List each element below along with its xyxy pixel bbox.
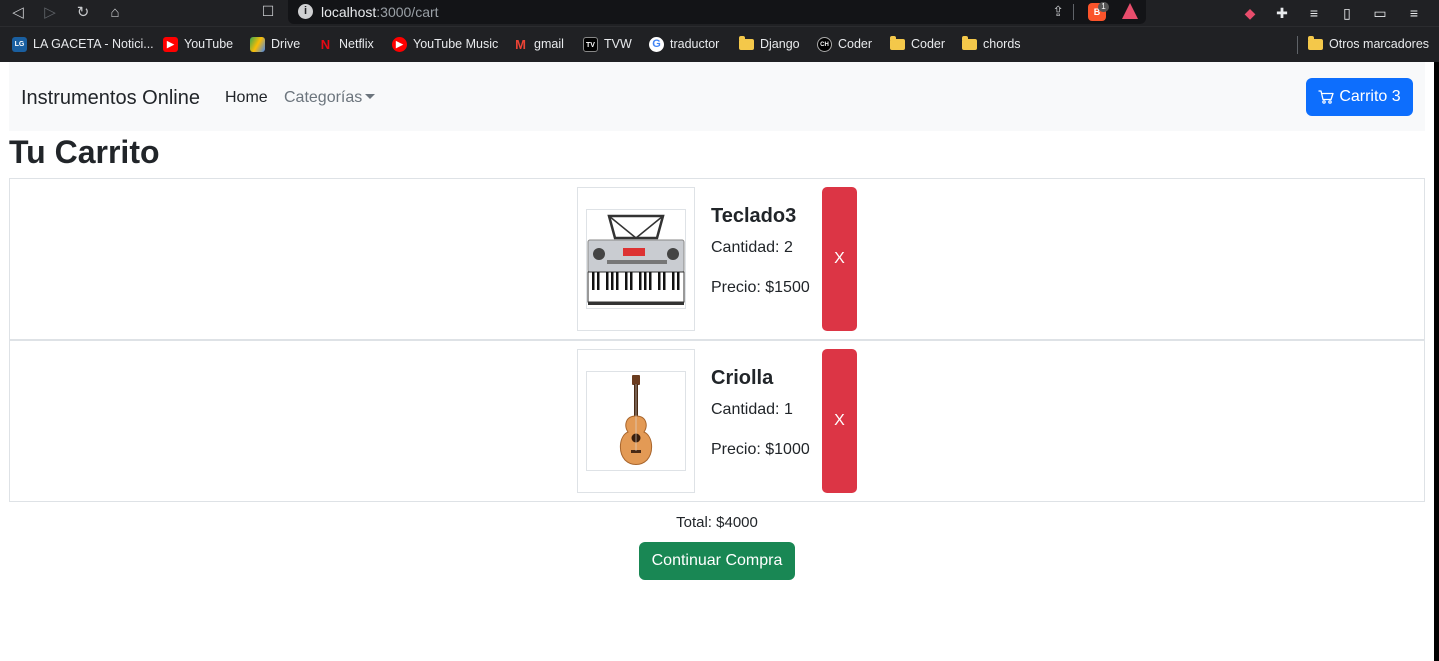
brave-rewards-icon[interactable]	[1122, 3, 1138, 19]
extensions-icon[interactable]: ✚	[1272, 3, 1292, 23]
youtube-music-icon: ▶	[392, 36, 407, 52]
bookmark-netflix[interactable]: N Netflix	[318, 36, 374, 52]
bookmark-drive[interactable]: Drive	[250, 36, 300, 52]
bookmark-la-gaceta[interactable]: LG LA GACETA - Notici...	[12, 36, 154, 52]
forward-icon[interactable]: ▷	[40, 3, 60, 23]
brave-shields-count: 1	[1098, 2, 1109, 12]
bookmark-django[interactable]: Django	[739, 35, 800, 52]
remove-item-button[interactable]: X	[822, 349, 857, 493]
folder-icon	[890, 35, 905, 50]
menu-icon[interactable]: ≡	[1404, 3, 1424, 23]
address-bar[interactable]: ☐ i localhost:3000/cart ⇪ B 1	[262, 0, 1146, 24]
product-quantity: Cantidad: 2	[711, 239, 793, 256]
media-controls-icon[interactable]: ≡	[1304, 3, 1324, 23]
back-icon[interactable]: ◁	[8, 3, 28, 23]
cart-item: Criolla Cantidad: 1 Precio: $1000 X	[9, 340, 1425, 502]
tvw-icon: TV	[583, 36, 598, 52]
product-thumbnail	[577, 349, 695, 493]
page-title: Tu Carrito	[9, 134, 160, 170]
url-text[interactable]: localhost:3000/cart	[321, 4, 439, 20]
la-gaceta-icon: LG	[12, 36, 27, 52]
coder-icon: CH	[817, 36, 832, 52]
bookmark-chords[interactable]: chords	[962, 35, 1021, 52]
folder-icon	[1308, 35, 1323, 50]
gmail-icon: M	[515, 36, 526, 52]
bookmark-coder-folder[interactable]: Coder	[890, 35, 945, 52]
navbar-brand[interactable]: Instrumentos Online	[21, 87, 200, 110]
bookmark-icon[interactable]: ☐	[258, 3, 278, 20]
product-name: Criolla	[711, 367, 774, 389]
sidebar-icon[interactable]: ▯	[1337, 3, 1357, 23]
nav-link-home[interactable]: Home	[225, 89, 268, 107]
product-name: Teclado3	[711, 205, 797, 227]
keyboard-image	[586, 209, 686, 309]
cart-total: Total: $4000	[676, 514, 758, 531]
product-quantity: Cantidad: 1	[711, 401, 793, 418]
cart-icon	[1318, 90, 1334, 104]
bookmark-youtube[interactable]: ▶ YouTube	[163, 36, 233, 52]
cart-item: Teclado3 Cantidad: 2 Precio: $1500 X	[9, 178, 1425, 340]
site-info-icon[interactable]: i	[298, 4, 313, 19]
youtube-icon: ▶	[163, 36, 178, 52]
drive-icon	[250, 36, 265, 52]
google-icon: G	[649, 36, 664, 52]
caret-down-icon	[365, 94, 376, 99]
page-content: Instrumentos Online Home Categorías Carr…	[0, 62, 1439, 661]
bookmark-other[interactable]: Otros marcadores	[1308, 35, 1429, 52]
share-icon[interactable]: ⇪	[1052, 3, 1064, 20]
bookmark-gmail[interactable]: Mgmail	[513, 36, 564, 52]
site-navbar: Instrumentos Online Home Categorías Carr…	[9, 62, 1425, 131]
bookmark-coder[interactable]: CH Coder	[817, 36, 872, 52]
home-icon[interactable]: ⌂	[105, 3, 125, 23]
remove-item-button[interactable]: X	[822, 187, 857, 331]
checkout-button[interactable]: Continuar Compra	[639, 542, 795, 580]
folder-icon	[739, 35, 754, 50]
scrollbar[interactable]	[1434, 62, 1439, 661]
bookmarks-bar: LG LA GACETA - Notici... ▶ YouTube Drive N…	[0, 26, 1439, 62]
bookmarks-divider	[1297, 36, 1298, 54]
browser-toolbar: ◁ ▷ ↻ ⌂ ☐ i localhost:3000/cart ⇪ B 1 ◆ …	[0, 0, 1439, 26]
guitar-image	[586, 371, 686, 471]
netflix-icon: N	[320, 36, 331, 52]
product-thumbnail	[577, 187, 695, 331]
product-price: Precio: $1000	[711, 441, 810, 458]
cart-button[interactable]: Carrito 3	[1306, 78, 1413, 116]
folder-icon	[962, 35, 977, 50]
bookmark-youtube-music[interactable]: ▶ YouTube Music	[392, 36, 498, 52]
wallet-icon[interactable]: ▭	[1370, 3, 1390, 23]
brave-wallet-icon[interactable]: ◆	[1240, 3, 1260, 23]
bookmark-tvw[interactable]: TV TVW	[583, 36, 632, 52]
product-price: Precio: $1500	[711, 279, 810, 296]
nav-dropdown-categories[interactable]: Categorías	[284, 89, 376, 107]
omnibox-divider	[1073, 4, 1074, 20]
reload-icon[interactable]: ↻	[73, 3, 93, 23]
bookmark-traductor[interactable]: Gtraductor	[649, 36, 719, 52]
